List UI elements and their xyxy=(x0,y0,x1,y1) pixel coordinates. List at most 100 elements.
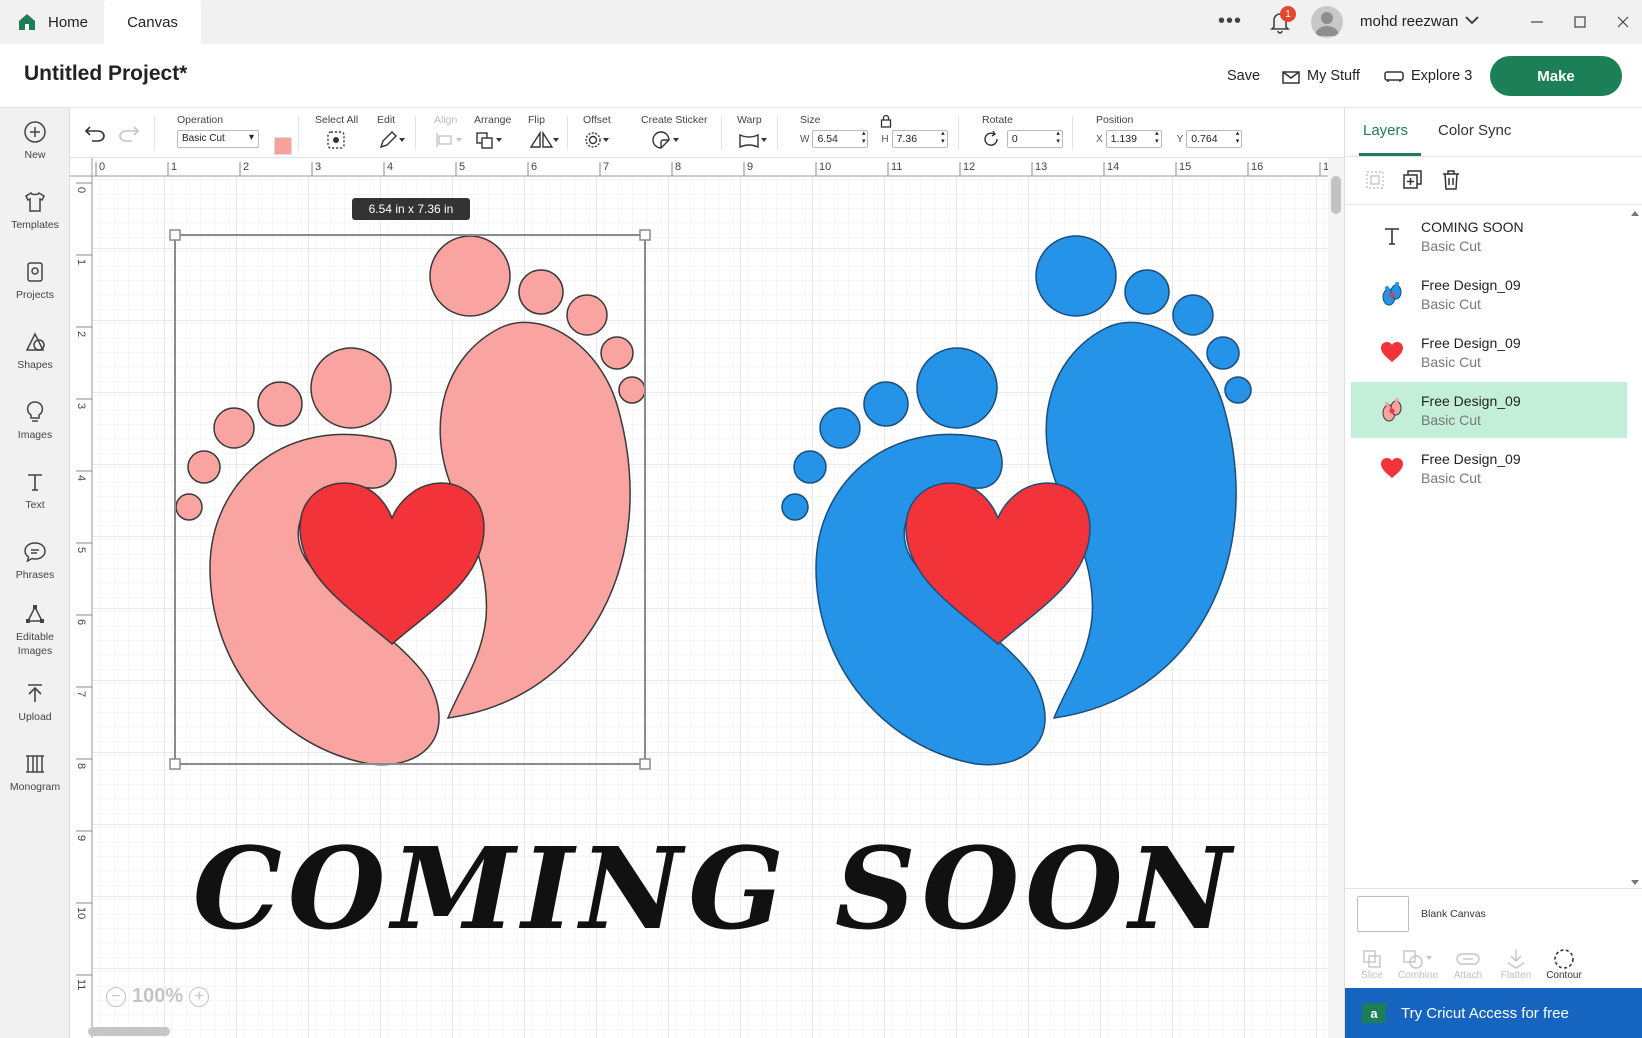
pink-toe xyxy=(429,235,511,317)
lightbulb-icon xyxy=(26,401,44,422)
trash-icon[interactable] xyxy=(1439,168,1463,192)
sidebar-item-shapes[interactable]: Shapes xyxy=(0,330,70,372)
layers-scrollbar[interactable] xyxy=(1629,208,1641,888)
resize-handle[interactable] xyxy=(169,229,181,241)
attach-label: Attach xyxy=(1453,970,1483,981)
blank-canvas-label: Blank Canvas xyxy=(1421,908,1486,920)
blank-canvas-row[interactable]: Blank Canvas xyxy=(1357,896,1486,932)
select-all-group[interactable]: Select All xyxy=(315,114,358,153)
combine-button[interactable]: Combine xyxy=(1393,948,1443,981)
resize-handle[interactable] xyxy=(639,758,651,770)
design-canvas[interactable]: 0 1 2 3 4 5 6 7 8 9 10 11 12 13 14 15 16 1 0 1 2 3 4 5 6 7 8 9 10 11 xyxy=(70,158,1328,1038)
ruler-label: 11 xyxy=(891,161,902,173)
layer-name: Free Design_09 xyxy=(1421,334,1521,351)
layers-panel: Layers Color Sync COMING SOON Basic Cut F… xyxy=(1344,108,1642,1038)
zoom-out-button[interactable]: − xyxy=(106,986,126,1007)
canvas-drawing[interactable]: 0 1 2 3 4 5 6 7 8 9 10 11 12 13 14 15 16 1 01234567891011 xyxy=(70,158,1328,1038)
maximize-icon[interactable] xyxy=(1570,12,1590,32)
sidebar-label-templates: Templates xyxy=(11,219,59,231)
warp-group[interactable]: Warp xyxy=(737,114,771,153)
undo-icon[interactable] xyxy=(84,124,106,142)
flip-group[interactable]: Flip xyxy=(528,114,560,153)
cricut-access-banner[interactable]: a Try Cricut Access for free xyxy=(1345,988,1642,1038)
offset-label: Offset xyxy=(583,114,611,126)
my-stuff-button[interactable]: My Stuff xyxy=(1282,68,1360,84)
resize-handle[interactable] xyxy=(639,229,651,241)
projects-icon xyxy=(27,262,43,282)
user-avatar[interactable] xyxy=(1311,6,1343,38)
scroll-thumb[interactable] xyxy=(1331,176,1341,214)
operation-select[interactable]: Basic Cut xyxy=(177,130,259,148)
height-input[interactable]: 7.36 xyxy=(891,130,948,148)
rotate-input[interactable]: 0 xyxy=(1006,130,1063,148)
sidebar-item-images[interactable]: Images xyxy=(0,400,70,442)
ruler-label: 5 xyxy=(459,161,465,173)
operation-color-swatch[interactable] xyxy=(274,137,292,155)
resize-handle[interactable] xyxy=(169,758,181,770)
arrange-group[interactable]: Arrange xyxy=(474,114,511,153)
layer-item[interactable]: COMING SOON Basic Cut xyxy=(1351,208,1627,264)
contour-button[interactable]: Contour xyxy=(1539,948,1589,981)
layer-actions xyxy=(1363,168,1463,192)
create-sticker-group[interactable]: Create Sticker xyxy=(641,114,708,153)
flatten-button[interactable]: Flatten xyxy=(1491,948,1541,981)
tab-color-sync[interactable]: Color Sync xyxy=(1438,122,1511,139)
edit-group[interactable]: Edit xyxy=(377,114,409,153)
duplicate-icon[interactable] xyxy=(1401,168,1425,192)
blank-canvas-swatch[interactable] xyxy=(1357,896,1409,932)
zoom-in-button[interactable]: + xyxy=(189,986,210,1007)
edit-label: Edit xyxy=(377,114,396,126)
tab-layers[interactable]: Layers xyxy=(1363,122,1408,139)
sidebar-item-text[interactable]: Text xyxy=(0,470,70,512)
size-group: Size W 6.54 H 7.36 xyxy=(800,114,948,148)
coming-soon-text[interactable]: COMING SOON xyxy=(193,824,1237,955)
username[interactable]: mohd reezwan xyxy=(1360,13,1458,30)
panel-divider xyxy=(1345,204,1642,205)
pink-toe xyxy=(566,294,608,336)
lock-icon[interactable] xyxy=(880,114,892,128)
width-input[interactable]: 6.54 xyxy=(812,130,869,148)
toolbar-separator xyxy=(298,116,299,150)
slice-button[interactable]: Slice xyxy=(1347,948,1397,981)
sidebar-item-templates[interactable]: Templates xyxy=(0,190,70,232)
x-label: X xyxy=(1096,134,1103,145)
x-input[interactable]: 1.139 xyxy=(1105,130,1162,148)
group-icon[interactable] xyxy=(1363,168,1387,192)
sidebar-item-projects[interactable]: Projects xyxy=(0,260,70,302)
layer-item[interactable]: Free Design_09 Basic Cut xyxy=(1351,324,1627,380)
ruler-label: 15 xyxy=(1179,161,1191,173)
redo-icon[interactable] xyxy=(118,124,140,142)
offset-icon xyxy=(585,132,609,148)
ruler-label: 12 xyxy=(963,161,975,173)
canvas-horizontal-scrollbar[interactable] xyxy=(88,1027,170,1036)
sidebar-item-phrases[interactable]: Phrases xyxy=(0,540,70,582)
sidebar-item-new[interactable]: New xyxy=(0,120,70,162)
minimize-icon[interactable] xyxy=(1527,12,1547,32)
canvas-vertical-scrollbar[interactable] xyxy=(1328,158,1344,1038)
align-group[interactable]: Align xyxy=(434,114,466,153)
flatten-icon xyxy=(1507,950,1525,969)
make-button[interactable]: Make xyxy=(1490,56,1622,96)
sidebar-item-monogram[interactable]: Monogram xyxy=(0,752,70,794)
sidebar-item-upload[interactable]: Upload xyxy=(0,682,70,724)
sidebar-item-editable-images[interactable]: Editable Images xyxy=(0,602,70,658)
layer-item[interactable]: Free Design_09 Basic Cut xyxy=(1351,440,1627,496)
blue-toe xyxy=(916,347,998,429)
attach-button[interactable]: Attach xyxy=(1443,948,1493,981)
machine-selector[interactable]: Explore 3 xyxy=(1384,68,1472,84)
offset-group[interactable]: Offset xyxy=(583,114,617,153)
x-value: 1.139 xyxy=(1110,133,1137,145)
chevron-down-icon[interactable] xyxy=(1464,12,1480,28)
y-input[interactable]: 0.764 xyxy=(1186,130,1243,148)
pink-toe xyxy=(213,407,255,449)
tab-home[interactable]: Home xyxy=(18,0,104,44)
project-title[interactable]: Untitled Project* xyxy=(24,62,187,86)
layer-item-selected[interactable]: Free Design_09 Basic Cut xyxy=(1351,382,1627,438)
layer-item[interactable]: Free Design_09 Basic Cut xyxy=(1351,266,1627,322)
save-button[interactable]: Save xyxy=(1227,68,1260,84)
close-icon[interactable] xyxy=(1613,12,1633,32)
layer-operation: Basic Cut xyxy=(1421,353,1481,370)
more-options-icon[interactable]: ••• xyxy=(1218,10,1242,33)
tab-canvas[interactable]: Canvas xyxy=(104,0,201,44)
operation-label: Operation xyxy=(177,114,224,126)
